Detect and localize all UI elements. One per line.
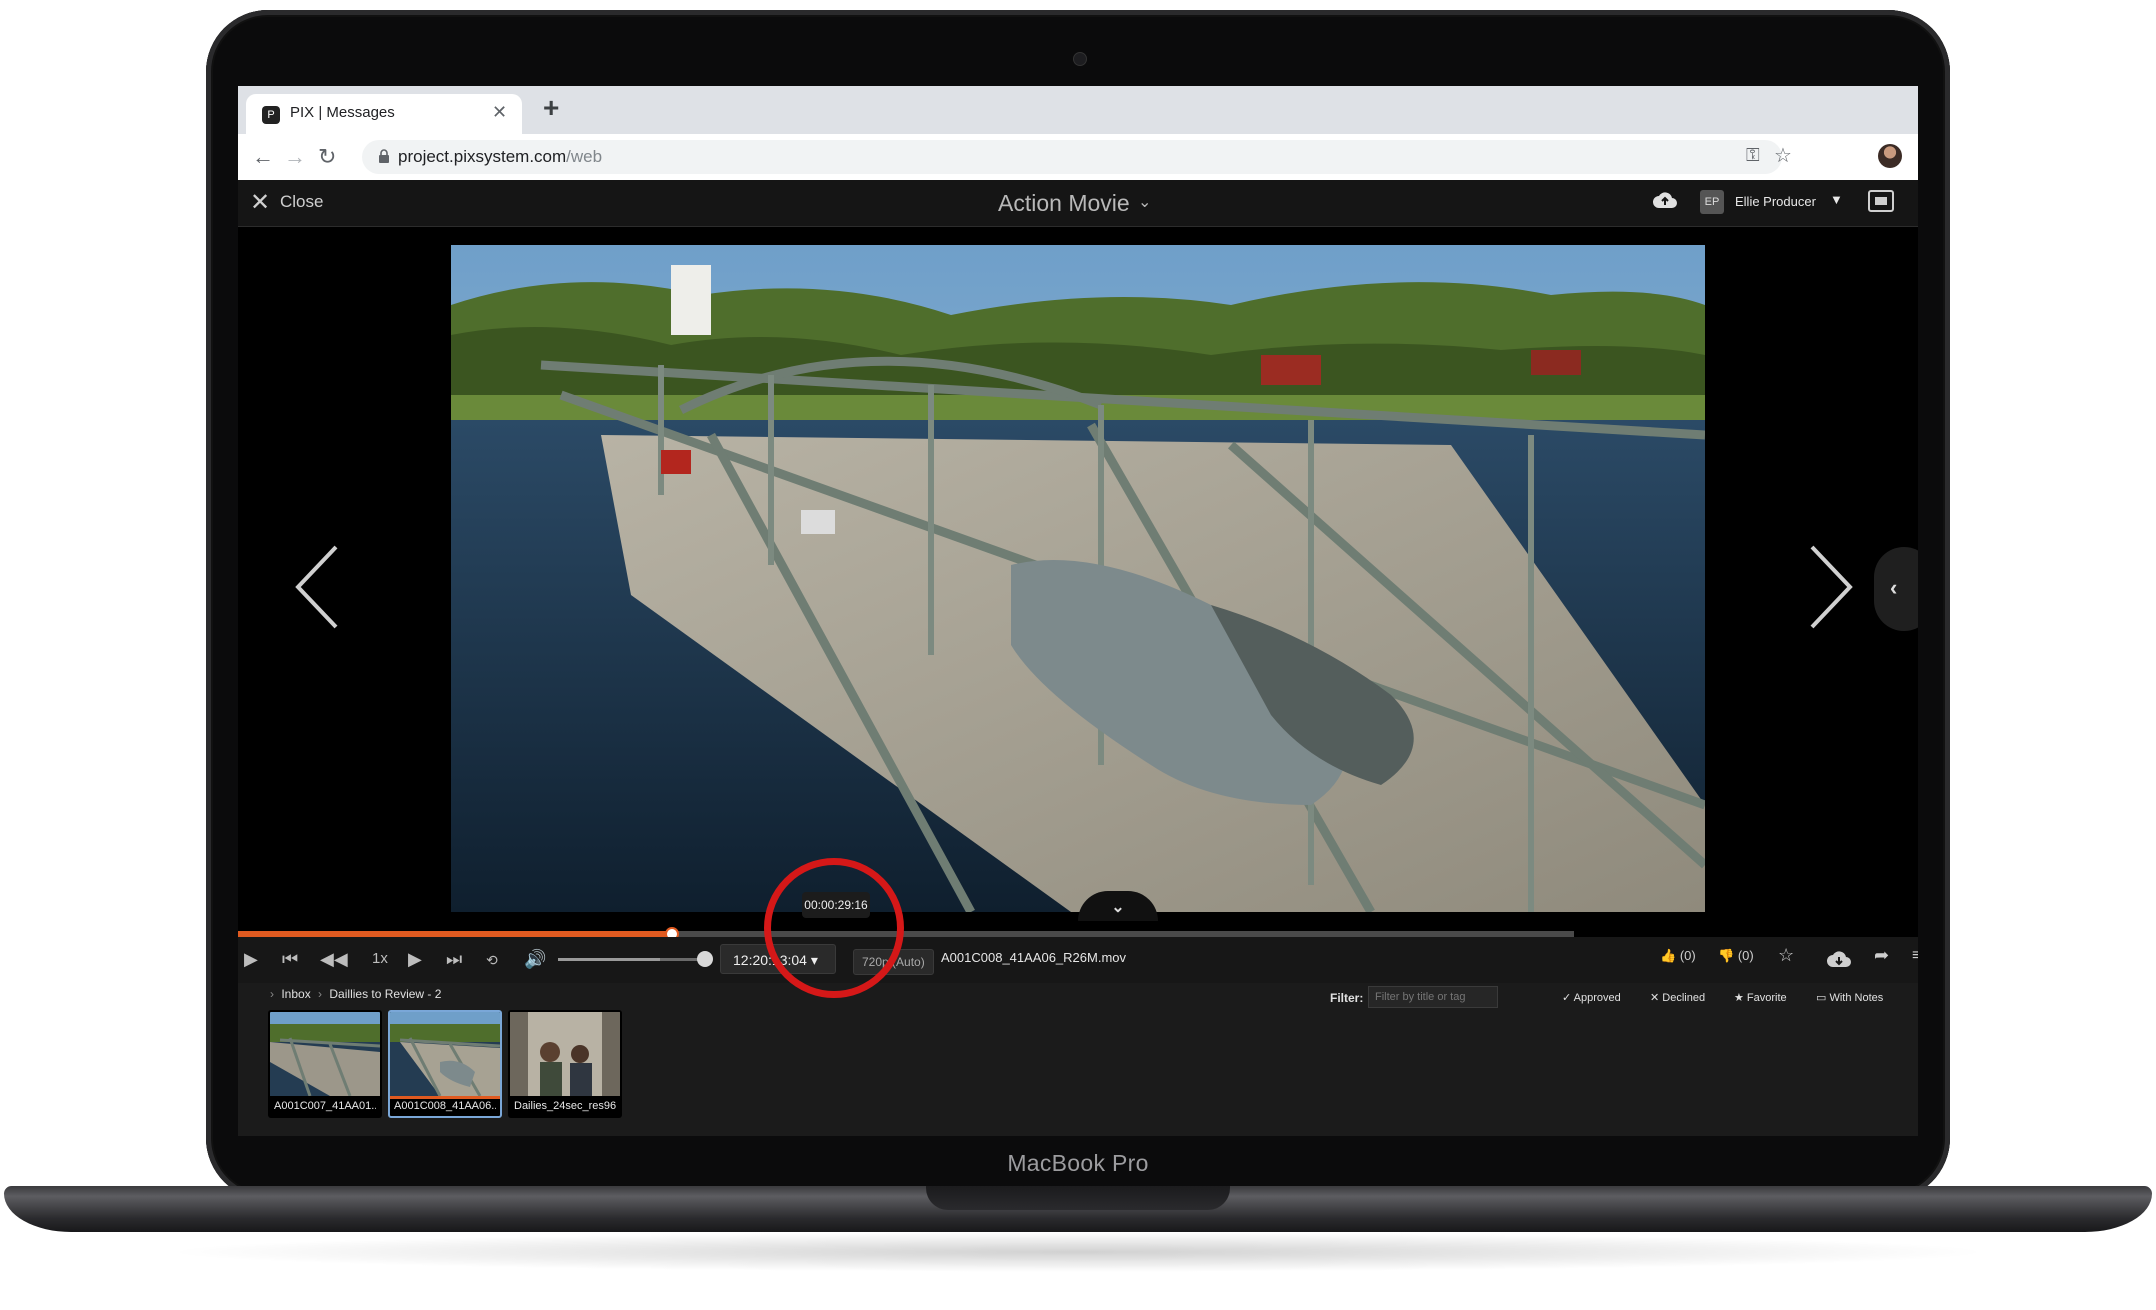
volume-slider-knob[interactable]	[697, 951, 713, 967]
filter-label: Filter:	[1330, 991, 1364, 1005]
player-controls: ▶ ⏮ ◀◀ 1x ▶ ⏭ ⟲ 🔊 12:20:13:04 ▾ 720p (Au…	[238, 937, 1918, 983]
tab-title: PIX | Messages	[290, 104, 395, 121]
thumbnail-image	[390, 1012, 500, 1096]
url-text: project.pixsystem.com/web	[398, 147, 603, 166]
cloud-download-icon[interactable]	[1826, 949, 1852, 971]
thumbs-up-icon: 👍	[1660, 948, 1677, 963]
skip-to-end-icon[interactable]: ⏭	[446, 949, 462, 970]
video-viewer: ‹ ⌄	[238, 227, 1918, 932]
filter-with-notes-label: With Notes	[1829, 992, 1884, 1004]
close-button[interactable]: Close	[280, 192, 323, 212]
thumbnail-image	[510, 1012, 620, 1096]
breadcrumb: › Inbox › Daillies to Review - 2	[266, 987, 441, 1001]
thumbnail-image	[270, 1012, 380, 1096]
side-panel-toggle[interactable]: ‹	[1874, 547, 1918, 631]
clip-thumbnail[interactable]: A001C007_41AA01...	[268, 1010, 382, 1118]
browse-panel: › Inbox › Daillies to Review - 2 Filter:…	[238, 983, 1918, 1136]
browser-toolbar: ← → ↻ project.pixsystem.com/web ⚿ ☆	[238, 134, 1918, 181]
browser-tab[interactable]: P PIX | Messages ✕	[246, 94, 522, 134]
reload-icon[interactable]: ↻	[318, 144, 336, 170]
previous-arrow-icon[interactable]	[288, 542, 348, 632]
thumbnail-progress-bar	[390, 1096, 500, 1099]
play-icon[interactable]: ▶	[244, 949, 258, 970]
new-tab-button[interactable]: +	[543, 92, 559, 124]
likes-count: (0)	[1679, 948, 1696, 963]
video-frame[interactable]	[451, 245, 1705, 912]
favorite-star-icon[interactable]: ☆	[1778, 945, 1794, 966]
cloud-upload-icon[interactable]	[1652, 190, 1678, 212]
dislikes-count: (0)	[1737, 948, 1754, 963]
lock-icon	[379, 149, 389, 163]
clip-filename: A001C008_41AA06_R26M.mov	[941, 950, 1127, 965]
user-name[interactable]: Ellie Producer	[1735, 194, 1816, 209]
thumbs-down-icon: 👎	[1718, 948, 1735, 963]
step-forward-icon[interactable]: ▶	[408, 949, 422, 970]
volume-slider-fill	[558, 958, 661, 961]
browser-tab-bar: P PIX | Messages ✕ +	[238, 86, 1918, 134]
laptop-shadow	[160, 1232, 1996, 1272]
user-menu-caret-icon[interactable]: ▼	[1830, 192, 1843, 207]
back-arrow-icon[interactable]: ←	[252, 144, 274, 170]
playback-speed[interactable]: 1x	[372, 950, 388, 967]
thumbnail-label: A001C008_41AA06...	[394, 1100, 496, 1112]
fullscreen-icon[interactable]	[1868, 190, 1894, 212]
breadcrumb-inbox[interactable]: Inbox	[281, 987, 310, 1001]
bookmark-star-icon[interactable]: ☆	[1774, 143, 1792, 168]
next-arrow-icon[interactable]	[1800, 542, 1860, 632]
filter-with-notes[interactable]: ▭ With Notes	[1816, 991, 1883, 1004]
highlight-annotation-circle	[764, 858, 904, 998]
filter-favorite[interactable]: ★ Favorite	[1734, 991, 1787, 1004]
chevron-left-icon: ‹	[1890, 575, 1898, 600]
skip-to-start-icon[interactable]: ⏮	[282, 949, 298, 970]
app-header: ✕ Close Action Movie ⌄ EP Ellie Producer…	[238, 180, 1918, 227]
user-avatar[interactable]: EP	[1700, 190, 1724, 214]
notes-list-icon[interactable]: ≡	[1912, 947, 1918, 965]
filter-declined-label: Declined	[1662, 992, 1706, 1004]
thumbnail-label: A001C007_41AA01...	[274, 1100, 376, 1112]
close-tab-icon[interactable]: ✕	[492, 102, 507, 123]
chevron-right-icon: ›	[270, 987, 274, 1001]
filter-declined[interactable]: ✕ Declined	[1650, 991, 1705, 1004]
thumbs-up-button[interactable]: 👍 (0)	[1660, 948, 1696, 964]
clip-thumbnail-selected[interactable]: A001C008_41AA06...	[388, 1010, 502, 1118]
share-icon[interactable]: ➦	[1874, 945, 1889, 966]
breadcrumb-folder[interactable]: Daillies to Review - 2	[329, 987, 441, 1001]
screen: P PIX | Messages ✕ + ← → ↻ project.pixsy…	[238, 86, 1918, 1136]
device-label: MacBook Pro	[1007, 1150, 1149, 1176]
filter-input[interactable]	[1368, 986, 1498, 1008]
webcam	[1073, 52, 1087, 66]
close-icon[interactable]: ✕	[250, 188, 270, 217]
forward-arrow-icon[interactable]: →	[284, 144, 306, 170]
volume-icon[interactable]: 🔊	[524, 949, 546, 970]
chevron-right-icon: ›	[318, 987, 323, 1001]
pix-favicon-icon: P	[262, 106, 280, 124]
clip-thumbnail[interactable]: Dailies_24sec_res96...	[508, 1010, 622, 1118]
thumbs-down-button[interactable]: 👎 (0)	[1718, 948, 1754, 964]
laptop-notch	[926, 1186, 1230, 1210]
thumbnail-label: Dailies_24sec_res96...	[514, 1100, 616, 1112]
project-title[interactable]: Action Movie	[998, 190, 1130, 217]
rewind-icon[interactable]: ◀◀	[320, 949, 348, 970]
browser-profile-avatar[interactable]	[1878, 144, 1902, 168]
address-bar[interactable]: project.pixsystem.com/web ⚿ ☆	[362, 140, 1792, 174]
key-icon[interactable]: ⚿	[1746, 145, 1760, 166]
filter-favorite-label: Favorite	[1746, 992, 1787, 1004]
chevron-down-icon[interactable]: ⌄	[1138, 192, 1151, 212]
filter-approved-label: Approved	[1573, 992, 1621, 1004]
filter-approved[interactable]: ✓ Approved	[1562, 991, 1621, 1004]
loop-icon[interactable]: ⟲	[486, 952, 498, 969]
